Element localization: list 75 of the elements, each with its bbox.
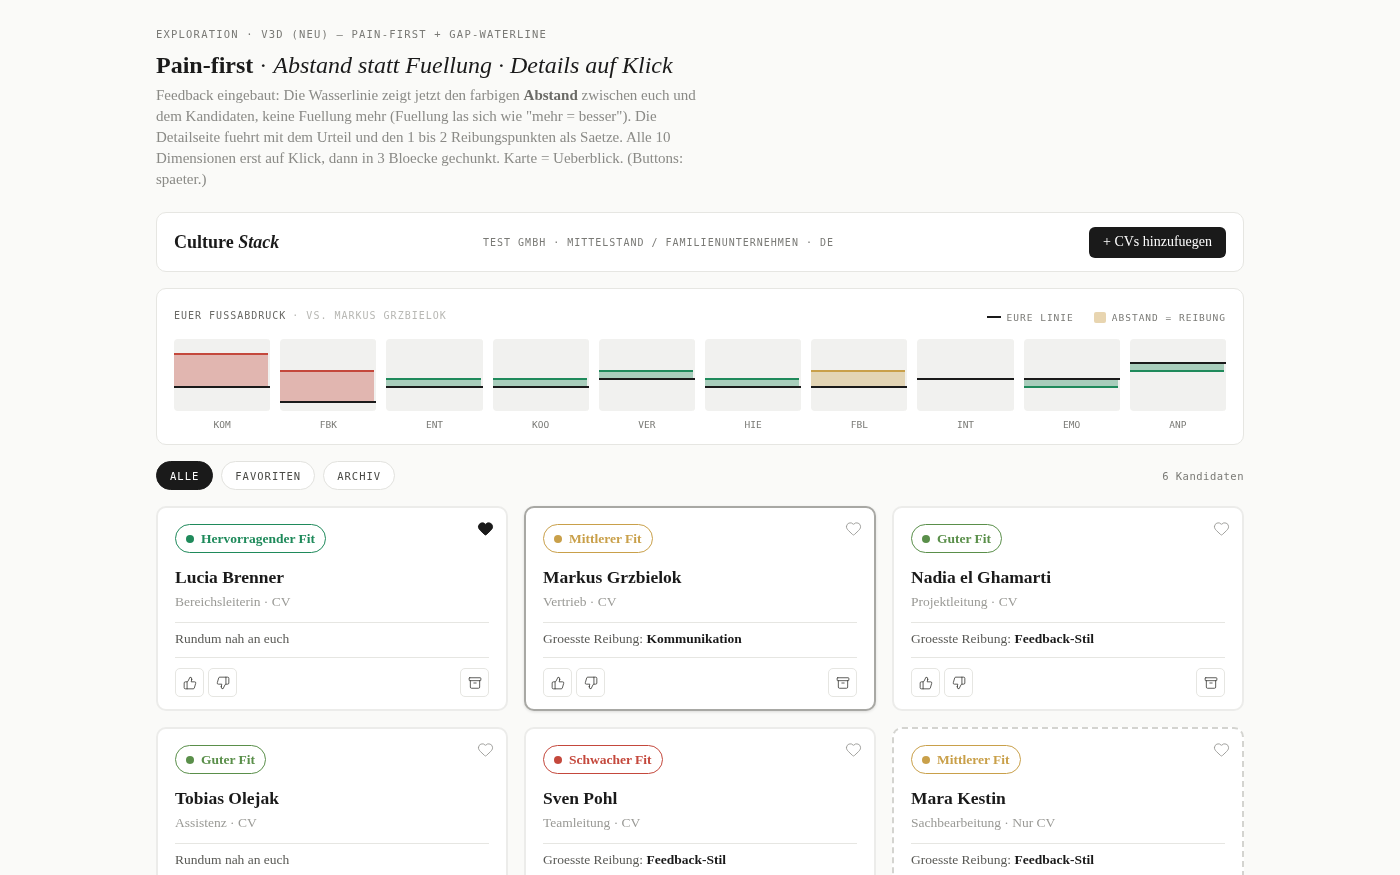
thumbs-down-icon [951,675,966,690]
candidate-role: Sachbearbeitung · Nur CV [911,815,1057,831]
thumbs-down-button[interactable] [944,668,973,697]
archive-icon [467,675,482,690]
dimension-label: HIE [744,419,762,430]
archive-button[interactable] [828,668,857,697]
thumbs-up-button[interactable] [543,668,572,697]
candidate-name: Tobias Olejak [175,788,280,809]
footprint-subtitle: · VS. MARKUS GRZBIELOK [292,310,447,321]
logo: Culture Stack [174,231,281,253]
dimension-label: FBK [319,419,337,430]
eyebrow-label: EXPLORATION · V3D (NEU) — PAIN-FIRST + GAP-WATERLINE [156,28,549,40]
dimension-label: INT [956,419,975,430]
thumbs-up-icon [550,675,565,690]
fit-label: Mittlerer Fit [569,530,642,547]
archive-icon [1203,675,1218,690]
candidate-role: Assistenz · CV [175,815,258,831]
candidate-card[interactable]: Guter Fit Tobias Olejak Assistenz · CV Rundum nah an euch [156,727,508,875]
fit-label: Guter Fit [937,530,992,547]
dimension-label: EMO [1063,419,1081,430]
add-cvs-button[interactable]: + CVs hinzufuegen [1089,226,1226,258]
fit-label: Schwacher Fit [569,751,652,768]
thumbs-down-button[interactable] [576,668,605,697]
candidate-role: Vertrieb · CV [543,594,618,610]
thumbs-up-button[interactable] [175,668,204,697]
archive-button[interactable] [1196,668,1225,697]
candidate-role: Teamleitung · CV [543,815,642,831]
fit-label: Hervorragender Fit [201,530,316,547]
dimension-label: KOM [213,419,231,430]
company-meta: TEST GMBH · MITTELSTAND / FAMILIENUNTERNEHMEN · DE [483,236,834,248]
friction-summary: Rundum nah an euch [175,622,489,657]
fit-label: Guter Fit [201,751,256,768]
thumbs-down-icon [215,675,230,690]
thumbs-down-icon [583,675,598,690]
friction-summary: Groesste Reibung: Kommunikation [543,622,857,657]
candidate-name: Sven Pohl [543,788,619,809]
candidate-card[interactable]: Mittlerer Fit Mara Kestin Sachbearbeitung · Nur CV Groesste Reibung: Feedback-Stil [892,727,1244,875]
friction-summary: Groesste Reibung: Feedback-Stil [543,843,857,875]
filter-tab[interactable]: FAVORITEN [221,461,316,490]
legend-label: ABSTAND = REIBUNG [1111,311,1226,323]
candidate-name: Markus Grzbielok [543,567,683,588]
footprint-title: EUER FUSSABDRUCK [174,310,287,321]
thumbs-down-button[interactable] [208,668,237,697]
dimension-label: FBL [850,419,868,430]
candidate-name: Lucia Brenner [175,567,286,588]
dimension-label: VER [638,419,656,430]
candidate-role: Bereichsleiterin · CV [175,594,292,610]
favorite-button[interactable] [477,520,494,537]
legend-label: EURE LINIE [1006,311,1074,323]
intro-paragraph: Feedback eingebaut: Die Wasserlinie zeigt jetzt den farbigen Abstand zwischen euch und dem Kandidaten, keine Fuellung mehr (Fuellung las sich wie "mehr = besser"). Die Detailseite fuehrt mit dem Urteil und den 1 bis 2 Reibungspunkten als Saetze. Alle 10 Dimensionen erst auf Klick, dann in 3 Bloecke gechunkt. Karte = Ueberblick. (Buttons: spaeter.) [156,86,697,189]
candidate-name: Mara Kestin [911,788,1007,809]
candidate-card[interactable]: Mittlerer Fit Markus Grzbielok Vertrieb · CV Groesste Reibung: Kommunikation [524,506,876,711]
dimension-label: ANP [1169,419,1187,430]
candidate-count: 6 Kandidaten [1162,469,1244,482]
swatch-legend-icon [1093,311,1106,323]
fit-label: Mittlerer Fit [937,751,1010,768]
dimension-label: KOO [532,419,550,430]
candidate-card[interactable]: Hervorragender Fit Lucia Brenner Bereichsleiterin · CV Rundum nah an euch [156,506,508,711]
friction-summary: Groesste Reibung: Feedback-Stil [911,622,1225,657]
archive-button[interactable] [460,668,489,697]
thumbs-up-icon [182,675,197,690]
filter-tab[interactable]: ARCHIV [323,461,396,490]
candidate-role: Projektleitung · CV [911,594,1019,610]
archive-icon [835,675,850,690]
friction-summary: Groesste Reibung: Feedback-Stil [911,843,1225,875]
filter-tab[interactable]: ALLE [156,461,214,490]
candidate-card[interactable]: Schwacher Fit Sven Pohl Teamleitung · CV Groesste Reibung: Feedback-Stil [524,727,876,875]
thumbs-up-icon [918,675,933,690]
page-headline: Pain-first · Abstand statt Fuellung · Details auf Klick [156,52,674,79]
candidate-name: Nadia el Ghamarti [911,567,1052,588]
dimension-label: ENT [425,419,444,430]
friction-summary: Rundum nah an euch [175,843,489,875]
line-legend-icon [986,316,1001,318]
candidate-card[interactable]: Guter Fit Nadia el Ghamarti Projektleitung · CV Groesste Reibung: Feedback-Stil [892,506,1244,711]
thumbs-up-button[interactable] [911,668,940,697]
